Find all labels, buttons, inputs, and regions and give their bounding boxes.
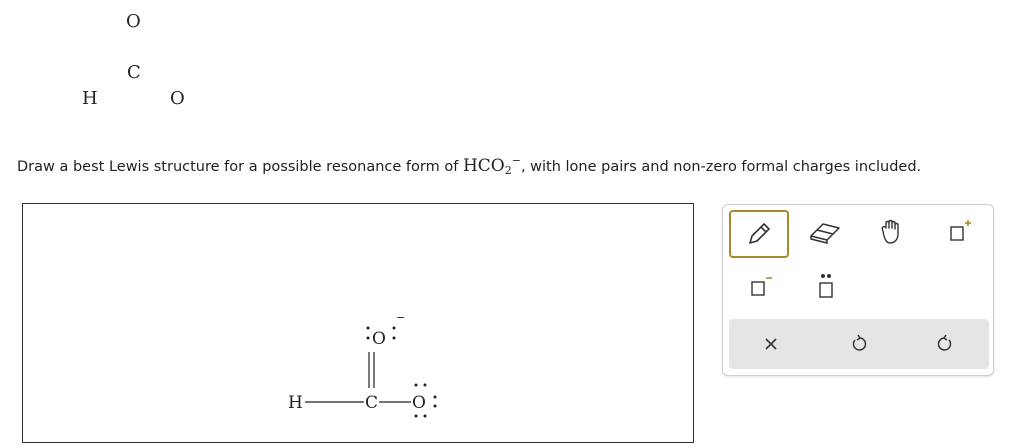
question-formula: HCO2− — [462, 154, 521, 177]
atom-h[interactable]: H — [82, 88, 98, 109]
lone-pair-dot — [392, 326, 396, 330]
lone-pair-dot — [366, 336, 370, 340]
lone-pair-dot — [433, 404, 437, 408]
hand-tool-button[interactable] — [863, 212, 919, 252]
redo-icon — [937, 334, 952, 351]
lone-pair-dot — [414, 383, 418, 387]
positive-charge-tool-button[interactable] — [931, 212, 987, 252]
question-text: Draw a best Lewis structure for a possib… — [17, 154, 921, 177]
pencil-tool-button[interactable] — [729, 210, 789, 258]
clear-button[interactable] — [741, 319, 801, 369]
pencil-icon — [749, 223, 770, 244]
toolbox — [722, 204, 994, 376]
negative-charge-tool-button[interactable] — [735, 267, 785, 307]
lone-pair-dot — [414, 414, 418, 418]
lone-pair-dot — [392, 336, 396, 340]
positive-charge-icon — [950, 220, 971, 241]
eraser-tool-button[interactable] — [797, 212, 853, 252]
lewis-structure: H C O − O — [288, 311, 437, 418]
lone-pair-dot — [433, 395, 437, 399]
atom-c[interactable]: C — [127, 62, 141, 83]
atom-o-right[interactable]: O — [170, 88, 185, 109]
undo-button[interactable] — [829, 319, 889, 369]
hand-icon — [881, 219, 899, 244]
lone-pair-dot — [423, 383, 427, 387]
question-suffix: , with lone pairs and non-zero formal ch… — [520, 159, 922, 175]
undo-icon — [852, 334, 867, 351]
atom-o-top[interactable]: O — [126, 11, 141, 32]
question-prefix: Draw a best Lewis structure for a possib… — [17, 159, 463, 175]
formal-charge-top: − — [396, 311, 405, 324]
lone-pair-dot — [423, 414, 427, 418]
structure-h[interactable]: H — [288, 393, 303, 413]
lone-pair-dot — [366, 326, 370, 330]
eraser-icon — [810, 223, 840, 244]
redo-button[interactable] — [915, 319, 975, 369]
structure-o-top[interactable]: O — [372, 329, 386, 349]
clear-icon — [765, 338, 777, 350]
action-bar — [729, 319, 989, 369]
negative-charge-icon — [751, 277, 772, 296]
lone-pair-icon — [819, 274, 833, 298]
structure-o-right[interactable]: O — [412, 393, 426, 413]
drawing-canvas[interactable]: H C O − O — [22, 203, 694, 443]
lone-pair-tool-button[interactable] — [801, 267, 851, 307]
structure-c[interactable]: C — [365, 393, 378, 413]
